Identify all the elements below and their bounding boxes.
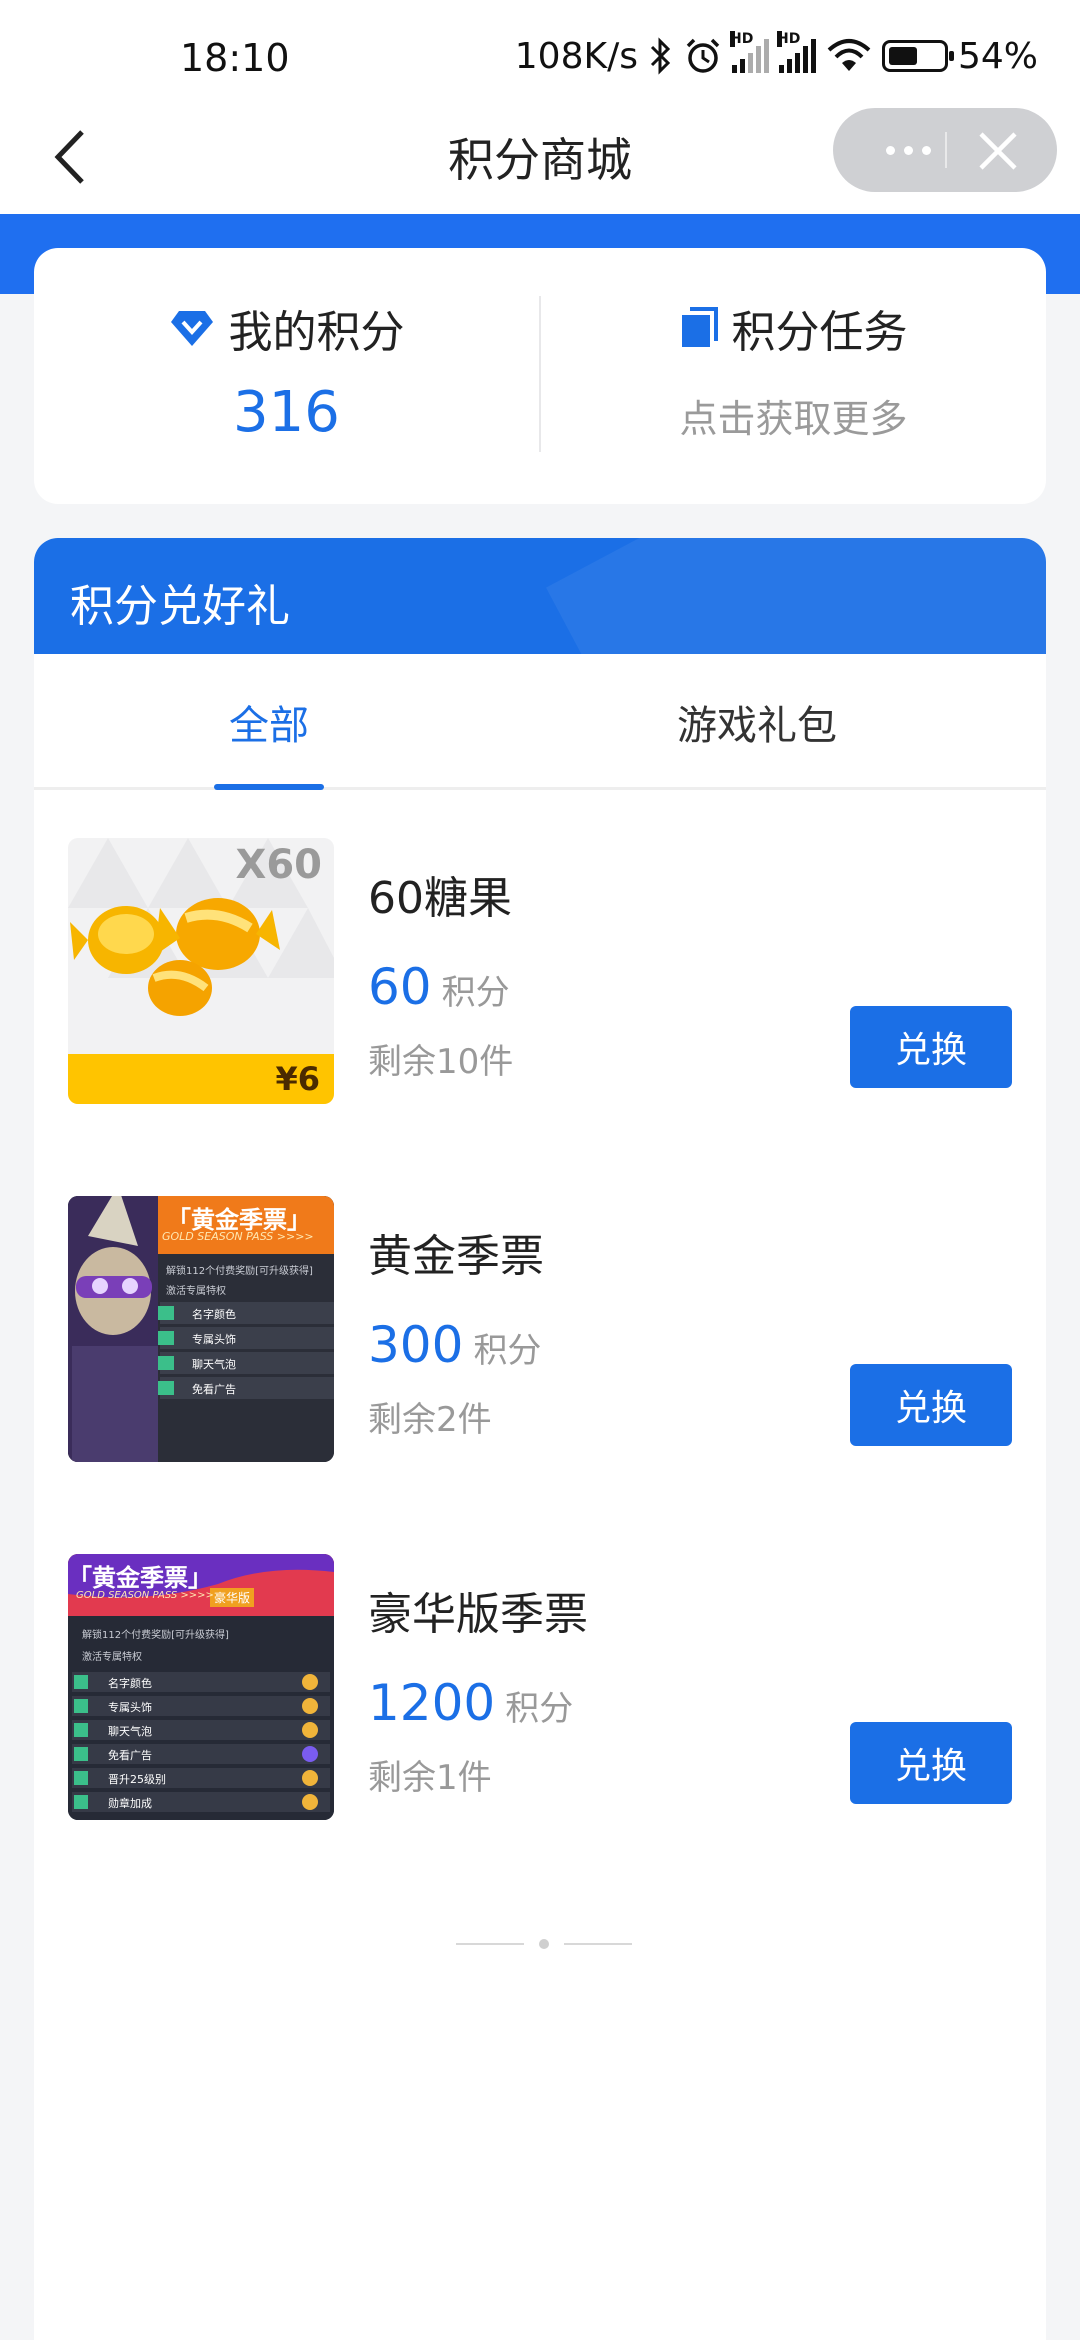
price-value: 1200 xyxy=(368,1674,496,1732)
tab-game-gift[interactable]: 游戏礼包 xyxy=(504,654,1010,790)
battery-icon xyxy=(881,40,954,72)
thumb-quantity-badge: X60 xyxy=(235,842,322,888)
battery-percent: 54% xyxy=(957,35,1038,77)
active-tab-indicator xyxy=(214,784,324,790)
list-end-divider xyxy=(456,1939,632,1949)
thumb-price: ¥6 xyxy=(275,1060,320,1098)
points-card: 我的积分 316 积分任务 点击获取更多 xyxy=(34,248,1046,504)
product-name: 豪华版季票 xyxy=(368,1589,588,1640)
thumb-item: 名字颜色 xyxy=(108,1677,152,1690)
redeem-button[interactable]: 兑换 xyxy=(850,1722,1012,1804)
price-unit: 积分 xyxy=(473,1331,542,1371)
thumb-tag: 豪华版 xyxy=(210,1588,255,1607)
price-value: 300 xyxy=(368,1316,464,1374)
my-points-label: 我的积分 xyxy=(228,307,405,358)
product-item[interactable]: 「黄金季票」 豪华版 GOLD SEASON PASS >>>> 解锁112个付… xyxy=(34,1554,1046,1824)
task-subtitle: 点击获取更多 xyxy=(679,397,908,441)
product-thumbnail: X60 ¥6 xyxy=(68,838,334,1104)
task-label: 积分任务 xyxy=(731,307,908,358)
nav-bar: 积分商城 xyxy=(0,100,1080,214)
price-unit: 积分 xyxy=(441,973,510,1013)
thumb-item: 聊天气泡 xyxy=(192,1358,236,1371)
thumb-unlock-text: 解锁112个付费奖励[可升级获得] xyxy=(82,1630,229,1641)
signal-hd-icon: HD xyxy=(776,31,816,73)
thumb-perks-text: 激活专属特权 xyxy=(82,1652,142,1663)
thumb-item: 专属头饰 xyxy=(108,1701,152,1714)
capsule-divider xyxy=(945,132,947,168)
tab-all[interactable]: 全部 xyxy=(34,654,504,790)
product-item[interactable]: 「黄金季票」 GOLD SEASON PASS >>>> 解锁112个付费奖励[… xyxy=(34,1196,1046,1466)
redeem-button[interactable]: 兑换 xyxy=(850,1364,1012,1446)
close-icon[interactable] xyxy=(975,128,1021,174)
thumb-item: 聊天气泡 xyxy=(108,1725,152,1738)
status-time: 18:10 xyxy=(180,36,290,80)
thumb-item: 晋升25级别 xyxy=(108,1773,166,1786)
diamond-icon xyxy=(170,311,213,346)
thumb-item: 专属头饰 xyxy=(192,1333,236,1346)
status-icons: 108K/s HD HD 54% xyxy=(514,31,1038,78)
alarm-icon xyxy=(686,38,720,73)
product-price: 300 积分 xyxy=(368,1316,541,1374)
product-name: 黄金季票 xyxy=(368,1231,544,1282)
product-price: 1200 积分 xyxy=(368,1674,573,1732)
exchange-header: 积分兑好礼 xyxy=(34,538,1046,654)
thumb-item: 勋章加成 xyxy=(108,1797,152,1810)
product-price: 60 积分 xyxy=(368,958,510,1016)
product-name: 60糖果 xyxy=(368,873,512,924)
thumb-item: 名字颜色 xyxy=(192,1308,236,1321)
redeem-button[interactable]: 兑换 xyxy=(850,1006,1012,1088)
product-stock: 剩余1件 xyxy=(368,1758,492,1798)
exchange-panel: 积分兑好礼 全部 游戏礼包 X60 ¥6 60糖果 60 积分 剩余10件 兑换… xyxy=(34,538,1046,2340)
bluetooth-icon xyxy=(650,37,671,75)
points-task[interactable]: 积分任务 点击获取更多 xyxy=(541,298,1046,443)
task-list-icon xyxy=(681,307,718,347)
more-dots-icon[interactable] xyxy=(873,108,943,192)
mini-program-capsule xyxy=(833,108,1057,192)
thumb-unlock-text: 解锁112个付费奖励[可升级获得] xyxy=(166,1266,313,1277)
my-points-value: 316 xyxy=(233,380,340,445)
product-thumbnail: 「黄金季票」 GOLD SEASON PASS >>>> 解锁112个付费奖励[… xyxy=(68,1196,334,1462)
product-stock: 剩余2件 xyxy=(368,1400,492,1440)
price-unit: 积分 xyxy=(505,1689,574,1729)
price-value: 60 xyxy=(368,958,432,1016)
thumb-subtitle: GOLD SEASON PASS >>>> xyxy=(76,1590,214,1601)
thumb-perks-text: 激活专属特权 xyxy=(166,1286,226,1297)
wifi-icon xyxy=(827,39,871,71)
thumb-item: 免看广告 xyxy=(192,1383,236,1396)
my-points[interactable]: 我的积分 316 xyxy=(34,298,539,445)
thumb-item: 免看广告 xyxy=(108,1749,152,1762)
signal-hd-icon: HD xyxy=(729,31,769,73)
product-thumbnail: 「黄金季票」 豪华版 GOLD SEASON PASS >>>> 解锁112个付… xyxy=(68,1554,334,1820)
product-item[interactable]: X60 ¥6 60糖果 60 积分 剩余10件 兑换 xyxy=(34,838,1046,1108)
category-tabs: 全部 游戏礼包 xyxy=(34,654,1046,790)
thumb-title: 「黄金季票」 xyxy=(68,1564,212,1592)
thumb-subtitle: GOLD SEASON PASS >>>> xyxy=(162,1230,314,1243)
exchange-title: 积分兑好礼 xyxy=(70,581,290,632)
product-stock: 剩余10件 xyxy=(368,1042,514,1082)
network-speed: 108K/s xyxy=(514,35,638,77)
